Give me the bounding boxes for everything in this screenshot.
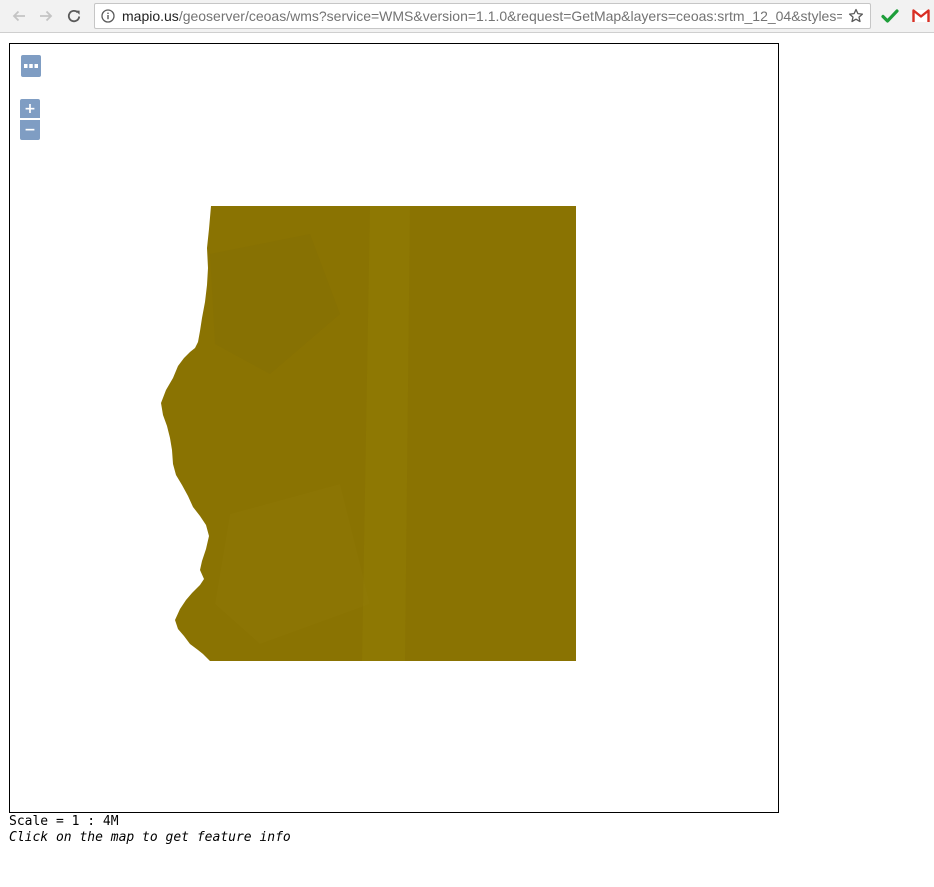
gmail-icon[interactable] bbox=[911, 6, 931, 26]
map-viewport[interactable]: + − bbox=[9, 43, 779, 813]
arrow-right-icon bbox=[40, 10, 53, 22]
url-path: /geoserver/ceoas/wms?service=WMS&version… bbox=[178, 8, 842, 24]
reload-icon bbox=[67, 9, 81, 23]
feature-info-hint: Click on the map to get feature info bbox=[9, 830, 291, 845]
wms-raster-layer[interactable] bbox=[10, 44, 778, 812]
forward-button[interactable] bbox=[35, 5, 57, 27]
url-host: mapio.us bbox=[122, 8, 179, 24]
back-button[interactable] bbox=[8, 5, 30, 27]
info-icon[interactable] bbox=[101, 9, 115, 23]
arrow-left-icon bbox=[12, 10, 25, 22]
scale-display: Scale = 1 : 4M bbox=[9, 814, 119, 829]
address-bar[interactable]: mapio.us/geoserver/ceoas/wms?service=WMS… bbox=[94, 3, 871, 29]
star-icon[interactable] bbox=[848, 8, 864, 24]
layer-switcher-icon bbox=[24, 64, 38, 68]
zoom-in-button[interactable]: + bbox=[20, 99, 40, 118]
reload-button[interactable] bbox=[63, 5, 85, 27]
zoom-out-button[interactable]: − bbox=[20, 120, 40, 140]
checkmark-icon[interactable] bbox=[880, 6, 900, 26]
raster-shading-band bbox=[362, 206, 410, 661]
layer-switcher-button[interactable] bbox=[21, 55, 41, 77]
browser-toolbar: mapio.us/geoserver/ceoas/wms?service=WMS… bbox=[0, 0, 934, 33]
url-text[interactable]: mapio.us/geoserver/ceoas/wms?service=WMS… bbox=[122, 8, 842, 25]
